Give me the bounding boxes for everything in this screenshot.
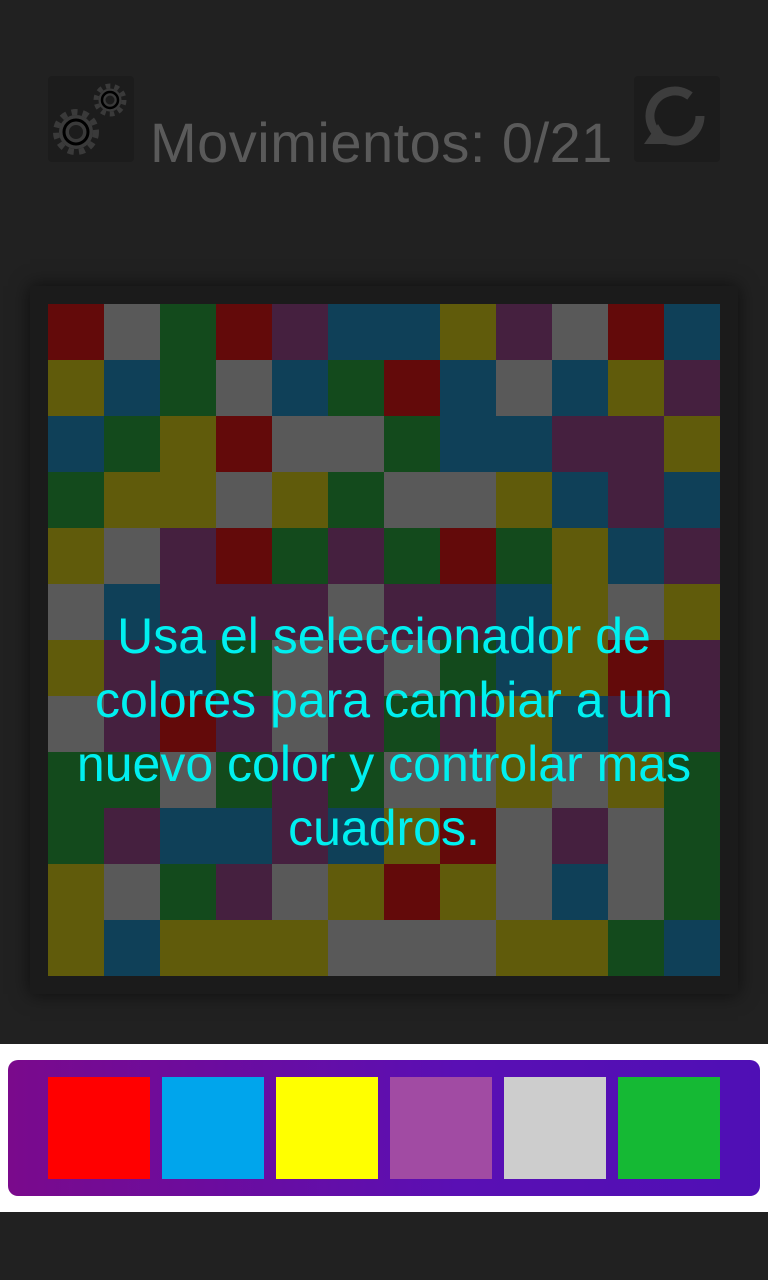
board-cell bbox=[328, 360, 384, 416]
refresh-icon bbox=[644, 86, 705, 146]
board-cell bbox=[216, 528, 272, 584]
board-cell bbox=[160, 472, 216, 528]
board-cell bbox=[328, 528, 384, 584]
board-cell bbox=[608, 472, 664, 528]
board-cell bbox=[664, 416, 720, 472]
board-cell bbox=[48, 528, 104, 584]
board-cell bbox=[160, 864, 216, 920]
board-cell bbox=[664, 864, 720, 920]
board-cell bbox=[440, 416, 496, 472]
color-swatch-gray[interactable] bbox=[504, 1077, 606, 1179]
board-cell bbox=[216, 416, 272, 472]
board-cell bbox=[160, 360, 216, 416]
board-cell bbox=[552, 528, 608, 584]
board-cell bbox=[272, 864, 328, 920]
board-cell bbox=[48, 864, 104, 920]
board-cell bbox=[48, 360, 104, 416]
board-cell bbox=[552, 416, 608, 472]
board-cell bbox=[664, 304, 720, 360]
board-cell bbox=[272, 472, 328, 528]
tutorial-hint: Usa el seleccionador de colores para cam… bbox=[76, 608, 692, 856]
board-cell bbox=[608, 920, 664, 976]
board-cell bbox=[216, 920, 272, 976]
board-cell bbox=[216, 864, 272, 920]
board-cell bbox=[552, 920, 608, 976]
color-swatch-blue[interactable] bbox=[162, 1077, 264, 1179]
board-cell bbox=[160, 416, 216, 472]
board-cell bbox=[216, 360, 272, 416]
color-swatch-green[interactable] bbox=[618, 1077, 720, 1179]
board-cell bbox=[384, 920, 440, 976]
gears-icon bbox=[53, 83, 127, 155]
board-cell bbox=[384, 304, 440, 360]
board-cell bbox=[552, 472, 608, 528]
board-cell bbox=[608, 528, 664, 584]
board-cell bbox=[552, 864, 608, 920]
board-cell bbox=[272, 360, 328, 416]
board-cell bbox=[608, 416, 664, 472]
board-cell bbox=[272, 416, 328, 472]
board-cell bbox=[160, 528, 216, 584]
board-cell bbox=[384, 472, 440, 528]
board-cell bbox=[104, 416, 160, 472]
board-cell bbox=[664, 528, 720, 584]
board-cell bbox=[216, 472, 272, 528]
board-cell bbox=[384, 528, 440, 584]
board-cell bbox=[384, 360, 440, 416]
board-cell bbox=[552, 360, 608, 416]
board-cell bbox=[496, 304, 552, 360]
board-cell bbox=[664, 472, 720, 528]
board-cell bbox=[48, 920, 104, 976]
board-cell bbox=[104, 360, 160, 416]
board-cell bbox=[328, 920, 384, 976]
board-cell bbox=[552, 304, 608, 360]
board-cell bbox=[440, 304, 496, 360]
board-cell bbox=[608, 360, 664, 416]
board-cell bbox=[608, 864, 664, 920]
board-cell bbox=[48, 472, 104, 528]
board-cell bbox=[496, 360, 552, 416]
board-cell bbox=[272, 304, 328, 360]
board-cell bbox=[160, 920, 216, 976]
board-cell bbox=[440, 920, 496, 976]
color-swatch-red[interactable] bbox=[48, 1077, 150, 1179]
color-swatch-purple[interactable] bbox=[390, 1077, 492, 1179]
reset-button[interactable] bbox=[634, 76, 720, 162]
board-cell bbox=[272, 528, 328, 584]
board-cell bbox=[496, 920, 552, 976]
board-cell bbox=[496, 416, 552, 472]
board-cell bbox=[160, 304, 216, 360]
board-cell bbox=[104, 472, 160, 528]
board-cell bbox=[440, 528, 496, 584]
board-cell bbox=[496, 528, 552, 584]
board-cell bbox=[440, 360, 496, 416]
board-cell bbox=[216, 304, 272, 360]
board-cell bbox=[328, 472, 384, 528]
board-cell bbox=[440, 864, 496, 920]
board-cell bbox=[496, 864, 552, 920]
board-cell bbox=[48, 304, 104, 360]
board-cell bbox=[608, 304, 664, 360]
settings-button[interactable] bbox=[48, 76, 134, 162]
board-cell bbox=[104, 304, 160, 360]
board-cell bbox=[384, 864, 440, 920]
board-cell bbox=[272, 920, 328, 976]
board-cell bbox=[440, 472, 496, 528]
board-cell bbox=[664, 360, 720, 416]
board-cell bbox=[104, 528, 160, 584]
moves-counter: Movimientos: 0/21 bbox=[150, 111, 613, 174]
board-cell bbox=[104, 920, 160, 976]
board-cell bbox=[104, 864, 160, 920]
top-bar: Movimientos: 0/21 bbox=[0, 0, 768, 200]
board-cell bbox=[328, 304, 384, 360]
board-cell bbox=[328, 864, 384, 920]
board-cell bbox=[664, 920, 720, 976]
board-cell bbox=[496, 472, 552, 528]
board-cell bbox=[48, 416, 104, 472]
board-cell bbox=[384, 416, 440, 472]
color-swatch-yellow[interactable] bbox=[276, 1077, 378, 1179]
board-cell bbox=[328, 416, 384, 472]
